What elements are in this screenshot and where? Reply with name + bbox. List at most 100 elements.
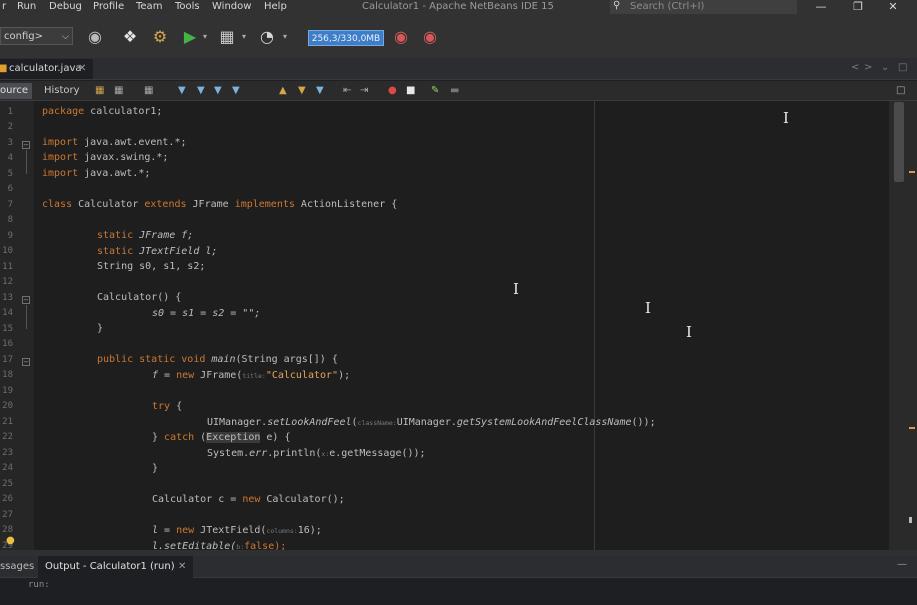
code-line-1: package calculator1; — [42, 106, 163, 117]
close-icon[interactable]: ✕ — [78, 59, 86, 79]
code-editor[interactable]: package calculator1; import java.awt.eve… — [34, 101, 889, 550]
menu-item-team[interactable]: Team — [136, 1, 162, 12]
code-line-14: s0 = s1 = s2 = ""; — [152, 308, 261, 319]
error-stripe-mark[interactable] — [909, 517, 912, 523]
start-macro-icon[interactable]: ● — [388, 84, 397, 98]
chevron-right-icon[interactable]: > — [864, 62, 872, 73]
menu-item-file[interactable]: r — [2, 1, 6, 12]
chevron-down-icon[interactable]: ⌄ — [881, 62, 889, 73]
gc-icon[interactable]: ◉ — [390, 26, 412, 48]
code-line-13: Calculator() { — [97, 292, 182, 303]
menu-item-help[interactable]: Help — [264, 1, 287, 12]
memory-indicator[interactable]: 256,3/330,0MB — [308, 30, 384, 46]
error-stripe-mark[interactable] — [909, 171, 915, 173]
close-button[interactable]: ✕ — [878, 0, 908, 15]
code-line-18: f = new JFrame(title:"Calculator"); — [152, 370, 351, 381]
editor-toolbar: ource History ▦ ▦ ▦ ▼ ▼ ▼ ▼ ▲ ▼ ▼ ⇤ ⇥ ● … — [0, 81, 917, 101]
comment-icon[interactable]: ✎ — [431, 84, 439, 98]
run-icon[interactable]: ▶ — [181, 26, 199, 48]
restore-button[interactable]: ❐ — [843, 0, 873, 15]
code-line-17: public static void main(String args[]) { — [97, 354, 338, 365]
line-number: 4 — [7, 153, 13, 163]
error-stripe-mark[interactable] — [909, 427, 915, 429]
code-line-4: import javax.swing.*; — [42, 152, 169, 163]
profile-snapshot-icon[interactable]: ◉ — [419, 26, 441, 48]
text-cursor-icon: I — [513, 280, 519, 298]
config-select[interactable]: config> ⌵ — [0, 27, 73, 45]
line-number: 18 — [2, 370, 13, 380]
chevron-left-icon[interactable]: < — [851, 62, 859, 73]
last-edit-icon[interactable]: ▦ — [95, 84, 104, 98]
text-cursor-icon: I — [783, 109, 789, 127]
tab-messages[interactable]: ssages — [0, 556, 36, 578]
back-icon[interactable]: ▦ — [114, 84, 123, 98]
search-input[interactable]: ⚲ Search (Ctrl+I) — [610, 0, 797, 14]
find-previous-icon[interactable]: ▼ — [197, 84, 205, 98]
debug-dropdown-icon[interactable]: ▾ — [239, 26, 249, 48]
close-icon[interactable]: ✕ — [178, 556, 186, 578]
line-number: 7 — [7, 200, 13, 210]
menu-item-profile[interactable]: Profile — [93, 1, 124, 12]
document-icon[interactable]: □ — [896, 84, 905, 98]
line-number: 14 — [2, 308, 13, 318]
toggle-highlight-icon[interactable]: ▼ — [232, 84, 240, 98]
line-number: 12 — [2, 277, 13, 287]
toggle-bookmark-icon[interactable]: ▼ — [316, 84, 324, 98]
text-cursor-icon: I — [645, 299, 651, 317]
clean-build-icon[interactable]: ⚙ — [148, 26, 172, 48]
shift-right-icon[interactable]: ⇥ — [360, 84, 368, 98]
chevron-down-icon: ⌵ — [62, 32, 69, 42]
debug-icon[interactable]: ▦ — [216, 26, 238, 48]
fold-toggle-icon[interactable]: − — [22, 358, 30, 366]
uncomment-icon[interactable]: ▬ — [450, 84, 459, 98]
tab-label: calculator.java — [9, 63, 82, 74]
code-line-24: } — [152, 463, 159, 474]
scrollbar-thumb[interactable] — [894, 102, 904, 182]
line-number: 26 — [2, 494, 13, 504]
line-number: 19 — [2, 386, 13, 396]
vertical-scrollbar[interactable] — [889, 101, 917, 550]
line-number-gutter: 1 2 3 4 5 6 7 8 9 10 11 12 13 14 15 16 1… — [0, 101, 34, 551]
code-line-9: static JFrame f; — [97, 230, 194, 241]
code-line-11: String s0, s1, s2; — [97, 261, 206, 272]
shift-left-icon[interactable]: ⇤ — [343, 84, 351, 98]
hammer-icon[interactable]: ❖ — [120, 26, 140, 48]
menu-item-window[interactable]: Window — [212, 1, 251, 12]
line-number: 5 — [7, 169, 13, 179]
profile-dropdown-icon[interactable]: ▾ — [280, 26, 290, 48]
forward-icon[interactable]: ▦ — [144, 84, 153, 98]
menu-item-run[interactable]: Run — [17, 1, 36, 12]
window-title: Calculator1 - Apache NetBeans IDE 15 — [362, 1, 554, 12]
editor-tab-bar: ■ calculator.java ✕ < > ⌄ □ — [0, 58, 917, 80]
find-next-icon[interactable]: ▼ — [214, 84, 222, 98]
menu-item-tools[interactable]: Tools — [175, 1, 200, 12]
code-line-26: Calculator c = new Calculator(); — [152, 494, 345, 505]
output-console[interactable]: run: — [0, 578, 917, 605]
globe-icon[interactable]: ◉ — [84, 26, 106, 48]
tab-history[interactable]: History — [44, 83, 80, 99]
find-selection-icon[interactable]: ▼ — [178, 84, 186, 98]
profile-icon[interactable]: ◔ — [256, 26, 278, 48]
line-number: 25 — [2, 479, 13, 489]
previous-bookmark-icon[interactable]: ▲ — [279, 84, 287, 98]
hint-bulb-icon[interactable]: ● — [6, 535, 15, 546]
run-dropdown-icon[interactable]: ▾ — [200, 26, 210, 48]
line-number: 3 — [7, 138, 13, 148]
tab-output-run[interactable]: Output - Calculator1 (run) ✕ — [38, 556, 193, 578]
next-bookmark-icon[interactable]: ▼ — [298, 84, 306, 98]
fold-toggle-icon[interactable]: − — [22, 296, 30, 304]
tab-source[interactable]: ource — [0, 83, 32, 99]
minimize-panel-button[interactable]: — — [897, 559, 907, 570]
tab-label: Output - Calculator1 (run) — [45, 561, 175, 572]
text-cursor-icon: I — [686, 323, 692, 341]
stop-macro-icon[interactable]: ■ — [406, 84, 415, 98]
line-number: 17 — [2, 355, 13, 365]
line-number: 16 — [2, 339, 13, 349]
code-line-29: l.setEditable(b:false); — [152, 541, 287, 550]
tab-calculator-java[interactable]: ■ calculator.java ✕ — [0, 59, 93, 79]
minimize-button[interactable]: — — [806, 0, 836, 15]
menu-item-debug[interactable]: Debug — [49, 1, 82, 12]
maximize-editor-icon[interactable]: □ — [898, 62, 907, 73]
code-line-23: System.err.println(x:e.getMessage()); — [207, 448, 426, 459]
fold-toggle-icon[interactable]: − — [22, 141, 30, 149]
